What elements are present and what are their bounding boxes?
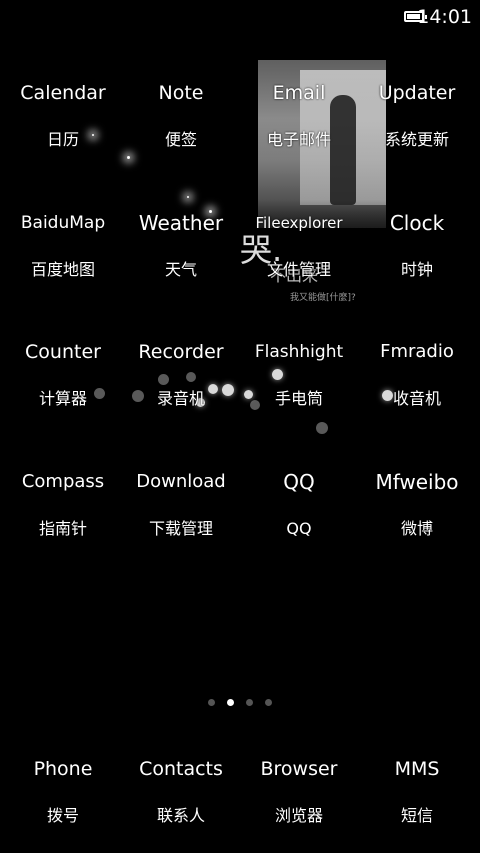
app-email[interactable]: Email 电子邮件 [242, 62, 356, 192]
status-bar: 14:01 [0, 0, 480, 36]
app-label: 日历 [46, 130, 79, 149]
map-icon[interactable]: BaiduMap [21, 192, 105, 254]
app-label: 手电筒 [274, 389, 323, 408]
mms-icon[interactable]: MMS [395, 738, 440, 800]
app-label: 下载管理 [148, 518, 213, 538]
dock-mms[interactable]: MMS 短信 [360, 738, 474, 853]
browser-icon[interactable]: Browser [261, 738, 338, 800]
app-label: 联系人 [156, 806, 205, 825]
app-updater[interactable]: Updater 系统更新 [360, 62, 474, 192]
dock-phone[interactable]: Phone 拨号 [6, 738, 120, 853]
contacts-icon[interactable]: Contacts [139, 738, 223, 800]
app-label: 拨号 [46, 806, 79, 825]
page-dot[interactable] [208, 699, 215, 706]
app-download[interactable]: Download 下载管理 [124, 451, 238, 581]
clock-icon[interactable]: Clock [390, 192, 444, 254]
app-baidumap[interactable]: BaiduMap 百度地图 [6, 192, 120, 322]
weibo-icon[interactable]: Mfweibo [375, 451, 458, 513]
app-label: 文件管理 [266, 259, 331, 279]
app-label: 天气 [164, 259, 197, 279]
app-fmradio[interactable]: Fmradio 收音机 [360, 321, 474, 451]
app-label: 便签 [164, 130, 197, 149]
page-dot-active[interactable] [227, 699, 234, 706]
app-label: 电子邮件 [266, 130, 331, 149]
app-mfweibo[interactable]: Mfweibo 微博 [360, 451, 474, 581]
dock-browser[interactable]: Browser 浏览器 [242, 738, 356, 853]
app-label: 微博 [400, 518, 433, 538]
app-compass[interactable]: Compass 指南针 [6, 451, 120, 581]
app-label: 百度地图 [30, 259, 95, 279]
app-clock[interactable]: Clock 时钟 [360, 192, 474, 322]
app-label: 短信 [400, 806, 433, 825]
app-qq[interactable]: QQ QQ [242, 451, 356, 581]
dock: Phone 拨号 Contacts 联系人 Browser 浏览器 MMS 短信 [0, 738, 480, 853]
phone-icon[interactable]: Phone [34, 738, 93, 800]
app-label: 系统更新 [384, 130, 449, 149]
page-dot[interactable] [246, 699, 253, 706]
app-label: 指南针 [38, 518, 87, 538]
app-calendar[interactable]: Calendar 日历 [6, 62, 120, 192]
download-icon[interactable]: Download [136, 451, 225, 513]
recorder-icon[interactable]: Recorder [138, 321, 223, 383]
app-fileexplorer[interactable]: Fileexplorer 文件管理 [242, 192, 356, 322]
app-label: 时钟 [400, 259, 433, 279]
email-icon[interactable]: Email [273, 62, 326, 124]
app-label: 浏览器 [274, 806, 323, 825]
dock-contacts[interactable]: Contacts 联系人 [124, 738, 238, 853]
flashlight-icon[interactable]: Flashhight [255, 321, 343, 383]
page-dot[interactable] [265, 699, 272, 706]
weather-icon[interactable]: Weather [139, 192, 223, 254]
note-icon[interactable]: Note [159, 62, 204, 124]
app-counter[interactable]: Counter 计算器 [6, 321, 120, 451]
radio-icon[interactable]: Fmradio [380, 321, 454, 383]
app-label: QQ [286, 518, 312, 538]
app-label: 录音机 [156, 389, 205, 408]
app-label: 计算器 [38, 389, 87, 408]
app-recorder[interactable]: Recorder 录音机 [124, 321, 238, 451]
app-grid: Calendar 日历 Note 便签 Email 电子邮件 Updater 系… [0, 62, 480, 580]
app-note[interactable]: Note 便签 [124, 62, 238, 192]
app-flashlight[interactable]: Flashhight 手电筒 [242, 321, 356, 451]
calendar-icon[interactable]: Calendar [20, 62, 105, 124]
qq-icon[interactable]: QQ [283, 451, 314, 513]
updater-icon[interactable]: Updater [379, 62, 456, 124]
status-clock: 14:01 [417, 6, 472, 28]
calculator-icon[interactable]: Counter [25, 321, 101, 383]
file-explorer-icon[interactable]: Fileexplorer [255, 192, 342, 254]
compass-icon[interactable]: Compass [22, 451, 104, 513]
app-label: 收音机 [392, 389, 441, 408]
page-indicator [0, 699, 480, 706]
app-weather[interactable]: Weather 天气 [124, 192, 238, 322]
